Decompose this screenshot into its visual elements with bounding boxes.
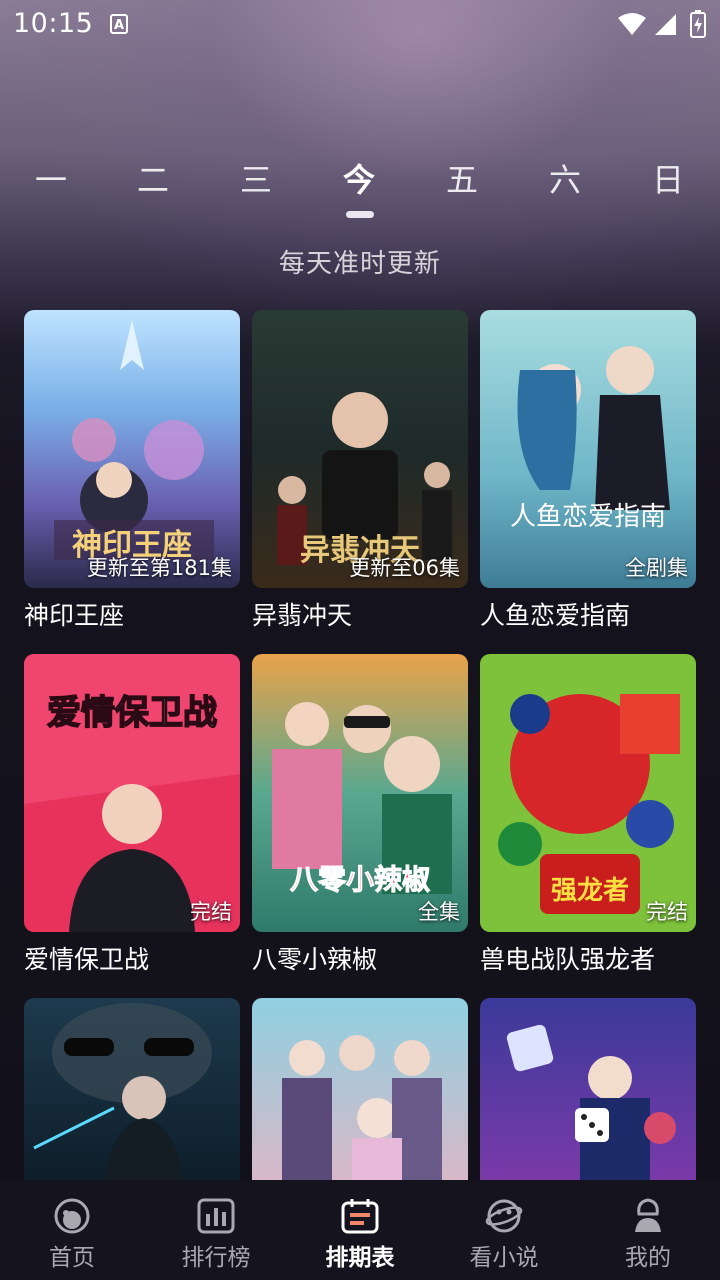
nav-novel-label: 看小说: [469, 1245, 539, 1271]
show-card[interactable]: 八零小辣椒 全集 八零小辣椒: [252, 654, 468, 976]
show-poster: [24, 998, 240, 1180]
show-title: 八零小辣椒: [252, 945, 378, 974]
show-poster: 人鱼恋爱指南 全剧集: [480, 310, 696, 588]
home-icon: [54, 1198, 90, 1234]
weekday-tabs: 一 二 三 今 五 六 日: [0, 155, 720, 205]
episode-badge: 更新至06集: [349, 556, 460, 580]
status-time: 10:15: [13, 8, 94, 39]
status-bar: 10:15 A: [0, 0, 720, 48]
show-card[interactable]: [480, 998, 696, 1180]
show-card[interactable]: 人鱼恋爱指南 全剧集 人鱼恋爱指南: [480, 310, 696, 632]
show-poster: 异翡冲天 更新至06集: [252, 310, 468, 588]
show-card[interactable]: 神印王座 更新至第181集 神印王座: [24, 310, 240, 632]
svg-text:爱情保卫战: 爱情保卫战: [47, 693, 217, 733]
wifi-icon: [618, 13, 646, 35]
tab-monday[interactable]: 一: [21, 155, 81, 201]
show-title: 神印王座: [24, 601, 125, 630]
profile-icon: [635, 1198, 661, 1232]
show-poster: [252, 998, 468, 1180]
nav-schedule-label: 排期表: [325, 1245, 395, 1271]
tab-sunday[interactable]: 日: [638, 155, 698, 201]
novel-icon: [485, 1199, 523, 1233]
episode-badge: 完结: [646, 900, 688, 924]
nav-profile[interactable]: 我的: [588, 1198, 708, 1272]
tab-tuesday[interactable]: 二: [123, 155, 183, 201]
show-card[interactable]: 强龙者 完结 兽电战队强龙者: [480, 654, 696, 976]
tab-today[interactable]: 今: [329, 155, 389, 201]
show-title: 爱情保卫战: [24, 945, 150, 974]
svg-text:强龙者: 强龙者: [551, 876, 629, 906]
ranking-icon: [197, 1198, 235, 1234]
show-card[interactable]: [252, 998, 468, 1180]
schedule-icon: [341, 1199, 379, 1234]
show-card[interactable]: 爱情保卫战 完结 爱情保卫战: [24, 654, 240, 976]
show-poster: 强龙者 完结: [480, 654, 696, 932]
episode-badge: 全剧集: [625, 556, 688, 580]
show-title: 异翡冲天: [252, 601, 353, 630]
show-title: 兽电战队强龙者: [480, 945, 656, 974]
notification-icon: A: [110, 14, 128, 34]
schedule-subtitle: 每天准时更新: [278, 249, 441, 279]
nav-profile-label: 我的: [625, 1245, 671, 1271]
nav-ranking[interactable]: 排行榜: [156, 1198, 276, 1272]
episode-badge: 完结: [190, 900, 232, 924]
nav-home[interactable]: 首页: [12, 1198, 132, 1272]
show-poster: 神印王座 更新至第181集: [24, 310, 240, 588]
show-card[interactable]: [24, 998, 240, 1180]
nav-home-label: 首页: [49, 1245, 95, 1271]
battery-icon: [690, 10, 706, 38]
show-title: 人鱼恋爱指南: [480, 601, 631, 630]
nav-ranking-label: 排行榜: [181, 1245, 251, 1271]
svg-text:八零小辣椒: 八零小辣椒: [290, 863, 430, 896]
nav-novel[interactable]: 看小说: [444, 1198, 564, 1272]
active-tab-indicator: [346, 211, 374, 218]
show-card[interactable]: 异翡冲天 更新至06集 异翡冲天: [252, 310, 468, 632]
tab-wednesday[interactable]: 三: [226, 155, 286, 201]
bottom-nav: 首页 排行榜 排期表 看小说 我的: [0, 1180, 720, 1280]
signal-icon: [655, 14, 676, 35]
show-poster: [480, 998, 696, 1180]
svg-text:人鱼恋爱指南: 人鱼恋爱指南: [510, 502, 666, 532]
show-poster: 八零小辣椒 全集: [252, 654, 468, 932]
show-poster: 爱情保卫战 完结: [24, 654, 240, 932]
episode-badge: 更新至第181集: [86, 556, 232, 580]
nav-schedule[interactable]: 排期表: [300, 1198, 420, 1272]
tab-saturday[interactable]: 六: [535, 155, 595, 201]
tab-friday[interactable]: 五: [432, 155, 492, 201]
episode-badge: 全集: [418, 900, 460, 924]
